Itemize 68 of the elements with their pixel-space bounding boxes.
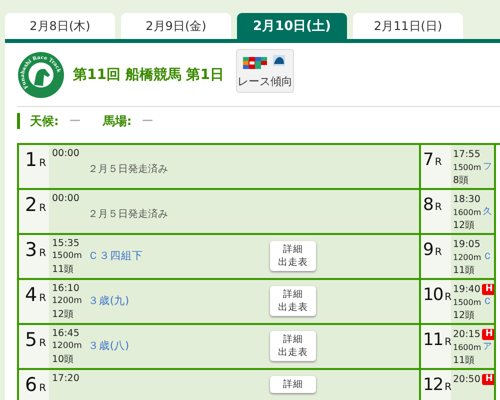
date-tab[interactable]: 2月10日(土) [237, 13, 347, 39]
chart-grid-icon [242, 54, 287, 70]
race-distance: 1500m [453, 297, 482, 309]
race-name-link[interactable]: ３歳(八) [88, 340, 130, 353]
date-tab[interactable]: 2月9日(金) [121, 13, 231, 39]
condition-label: 馬場: [102, 112, 132, 130]
condition-value: ー [142, 112, 154, 130]
post-time: 16:45 [52, 327, 80, 340]
post-time: 19:40 [453, 283, 480, 296]
entries-button[interactable]: 詳細 出走表 [270, 241, 316, 271]
post-time: 00:00 [52, 192, 80, 205]
race-status: ２月５日発走済み [88, 208, 169, 221]
race-name-link[interactable]: ３歳(九) [88, 295, 130, 308]
race-number: 5 R [25, 330, 46, 353]
post-time: 18:30 [453, 193, 480, 206]
race-distance: 1600m [453, 342, 482, 354]
runner-count: 12頭 [453, 309, 476, 322]
post-time: 20:50 [453, 373, 480, 386]
condition-value: ー [68, 112, 81, 130]
race-name-link[interactable]: フ [483, 161, 492, 174]
post-time: 17:55 [453, 148, 480, 161]
race-number: 10 R [423, 285, 451, 307]
condition-label: 天候: [30, 112, 59, 130]
race-number: 12 R [423, 375, 451, 397]
runner-count: 12頭 [453, 219, 476, 232]
race-distance: 1600m [453, 207, 482, 219]
race-distance: 1500m [453, 162, 482, 174]
race-name-link[interactable]: Ｃ３四組下 [88, 250, 143, 263]
entries-button[interactable]: 詳細 [270, 376, 316, 393]
race-name-link[interactable]: Ｃ [483, 296, 492, 309]
runner-count: 10頭 [52, 353, 76, 366]
race-number: 1 R [25, 150, 46, 173]
race-distance: 1200m [453, 252, 482, 264]
entries-button[interactable]: 詳細 出走表 [270, 331, 316, 361]
race-number: 8 R [423, 195, 441, 217]
race-number: 6 R [25, 375, 46, 398]
race-badge: H [482, 374, 494, 385]
race-status: ２月５日発走済み [88, 163, 169, 176]
runner-count: 11頭 [52, 263, 76, 276]
race-distance: 1500m [52, 250, 82, 263]
meet-title: 第11回 船橋競馬 第1日 [73, 66, 224, 84]
entries-button[interactable]: 詳細 出走表 [270, 286, 316, 316]
race-badge: H [482, 329, 494, 340]
race-trend-button[interactable]: レース傾向 [236, 48, 294, 92]
post-time: 19:05 [453, 238, 480, 251]
race-number: 11 R [423, 330, 451, 352]
date-tab[interactable]: 2月8日(木) [5, 13, 115, 39]
runner-count: 11頭 [453, 354, 476, 367]
post-time: 17:20 [52, 372, 80, 385]
race-name-link[interactable]: 久 [483, 206, 492, 219]
post-time: 15:35 [52, 237, 80, 250]
race-number: 2 R [25, 195, 46, 218]
date-tab[interactable]: 2月11日(日) [353, 13, 463, 39]
runner-count: 8頭 [453, 174, 470, 187]
race-badge: H [482, 284, 494, 295]
race-name-link[interactable]: Ｃ [483, 251, 492, 264]
post-time: 00:00 [52, 147, 80, 160]
runner-count: 12頭 [52, 308, 76, 321]
runner-count: 11頭 [453, 264, 476, 277]
race-number: 3 R [25, 240, 46, 263]
race-number: 7 R [423, 150, 441, 172]
race-distance: 1200m [52, 295, 82, 308]
race-distance: 1200m [52, 340, 82, 353]
race-number: 9 R [423, 240, 441, 262]
post-time: 20:15 [453, 328, 480, 341]
race-number: 4 R [25, 285, 46, 308]
race-name-link[interactable]: ア [483, 341, 492, 354]
post-time: 16:10 [52, 282, 80, 295]
